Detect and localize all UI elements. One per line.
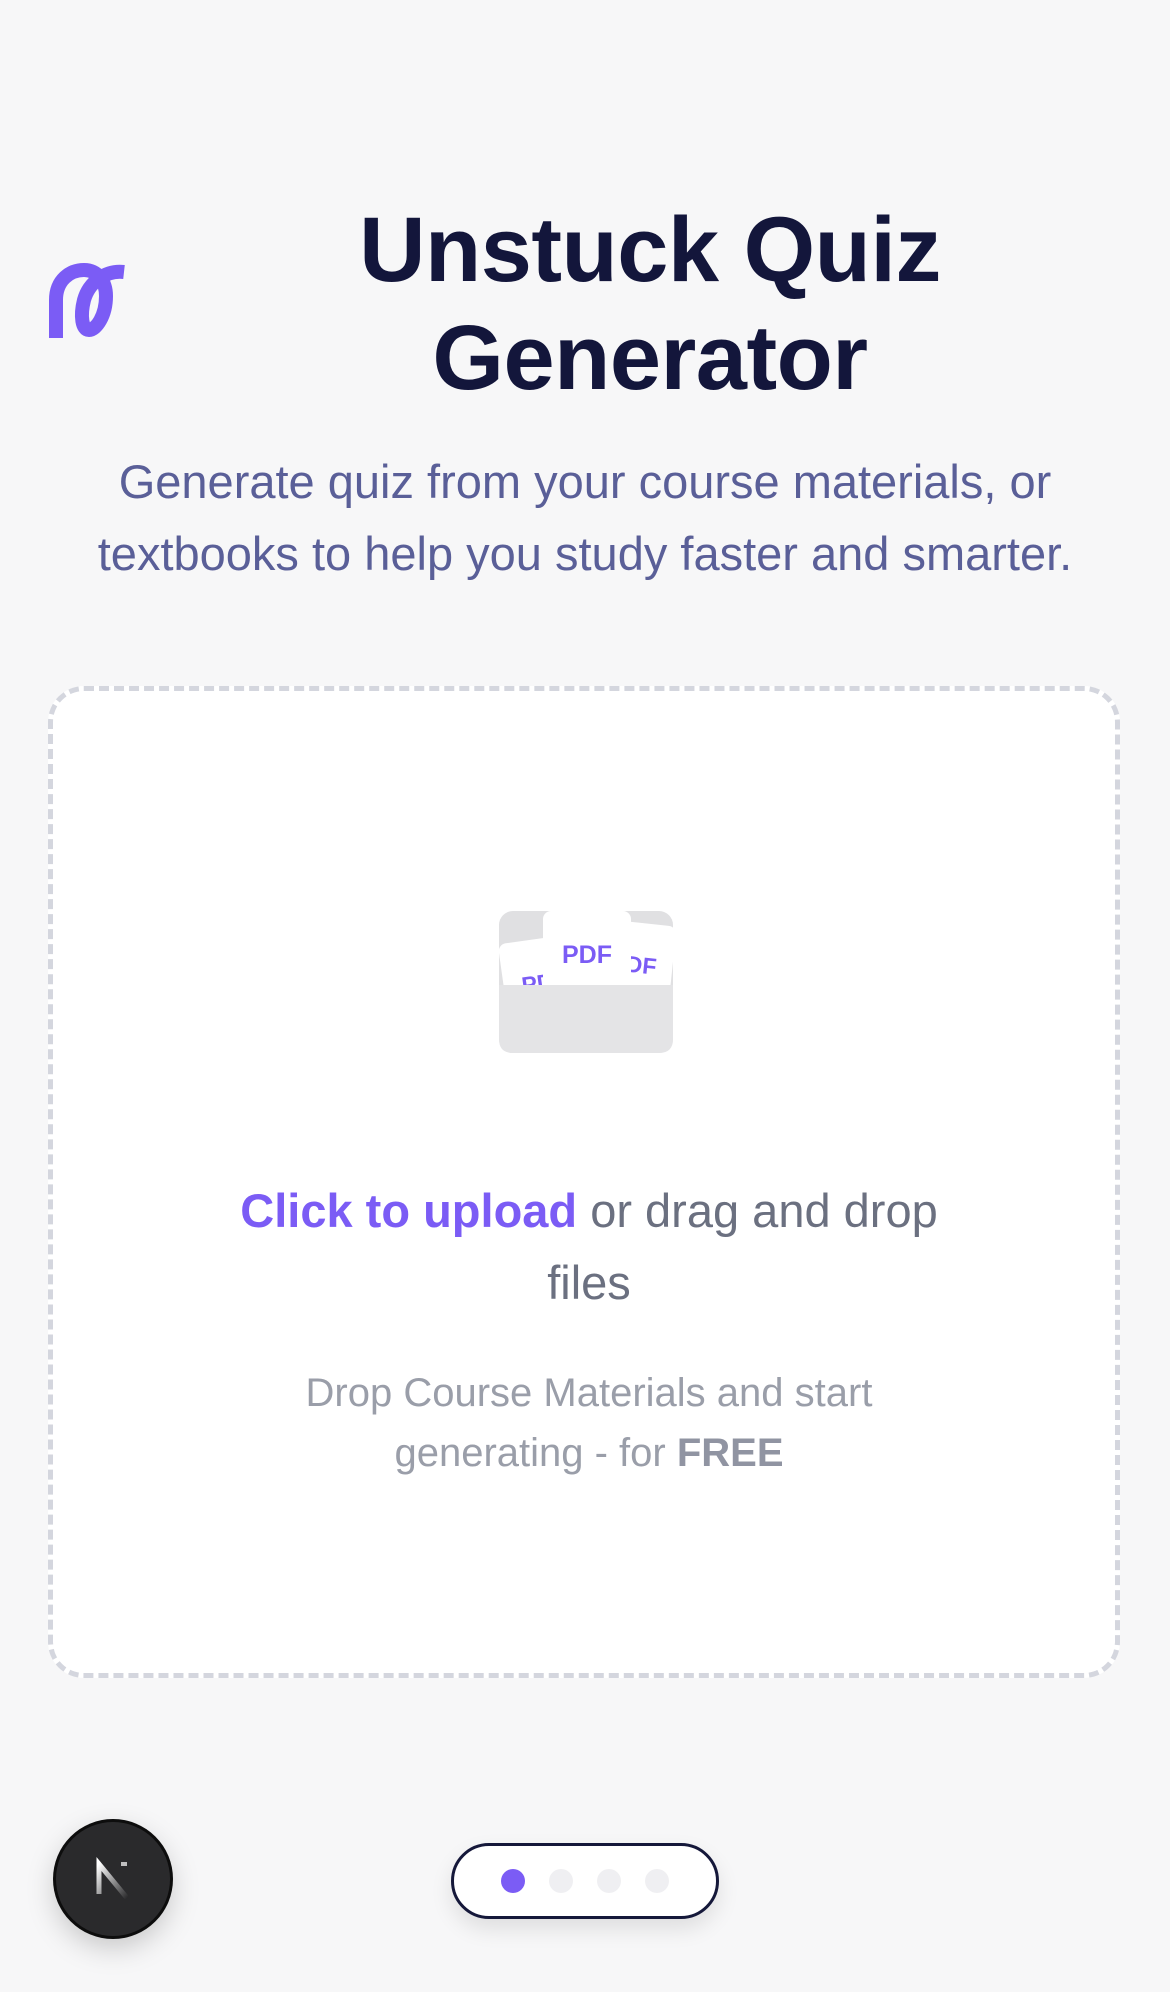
pager-dot-4[interactable]	[645, 1869, 669, 1893]
pager-dot-1[interactable]	[501, 1869, 525, 1893]
upload-instructions: Click to upload or drag and drop files	[233, 1175, 945, 1319]
upload-hint: Drop Course Materials and start generati…	[233, 1363, 945, 1483]
click-to-upload-link[interactable]: Click to upload	[240, 1184, 577, 1237]
unstuck-logo-icon	[49, 263, 125, 338]
pager-dot-3[interactable]	[597, 1869, 621, 1893]
upload-dropzone[interactable]: PDF PDF PDF Click to upload or drag and …	[48, 686, 1120, 1678]
page-title: Unstuck Quiz Generator	[359, 199, 941, 409]
page-subtitle: Generate quiz from your course materials…	[97, 455, 1073, 580]
nextjs-icon	[96, 1857, 129, 1900]
drag-drop-text: or drag and drop files	[547, 1184, 938, 1309]
onboarding-pager	[451, 1843, 719, 1919]
free-emphasis: FREE	[676, 1431, 784, 1475]
pdf-folder-icon: PDF PDF PDF	[499, 911, 676, 1053]
pdf-label-front: PDF	[562, 941, 612, 969]
pager-dot-2[interactable]	[549, 1869, 573, 1893]
nextjs-badge-button[interactable]	[56, 1822, 170, 1936]
upload-hint-text: Drop Course Materials and start generati…	[305, 1371, 873, 1475]
